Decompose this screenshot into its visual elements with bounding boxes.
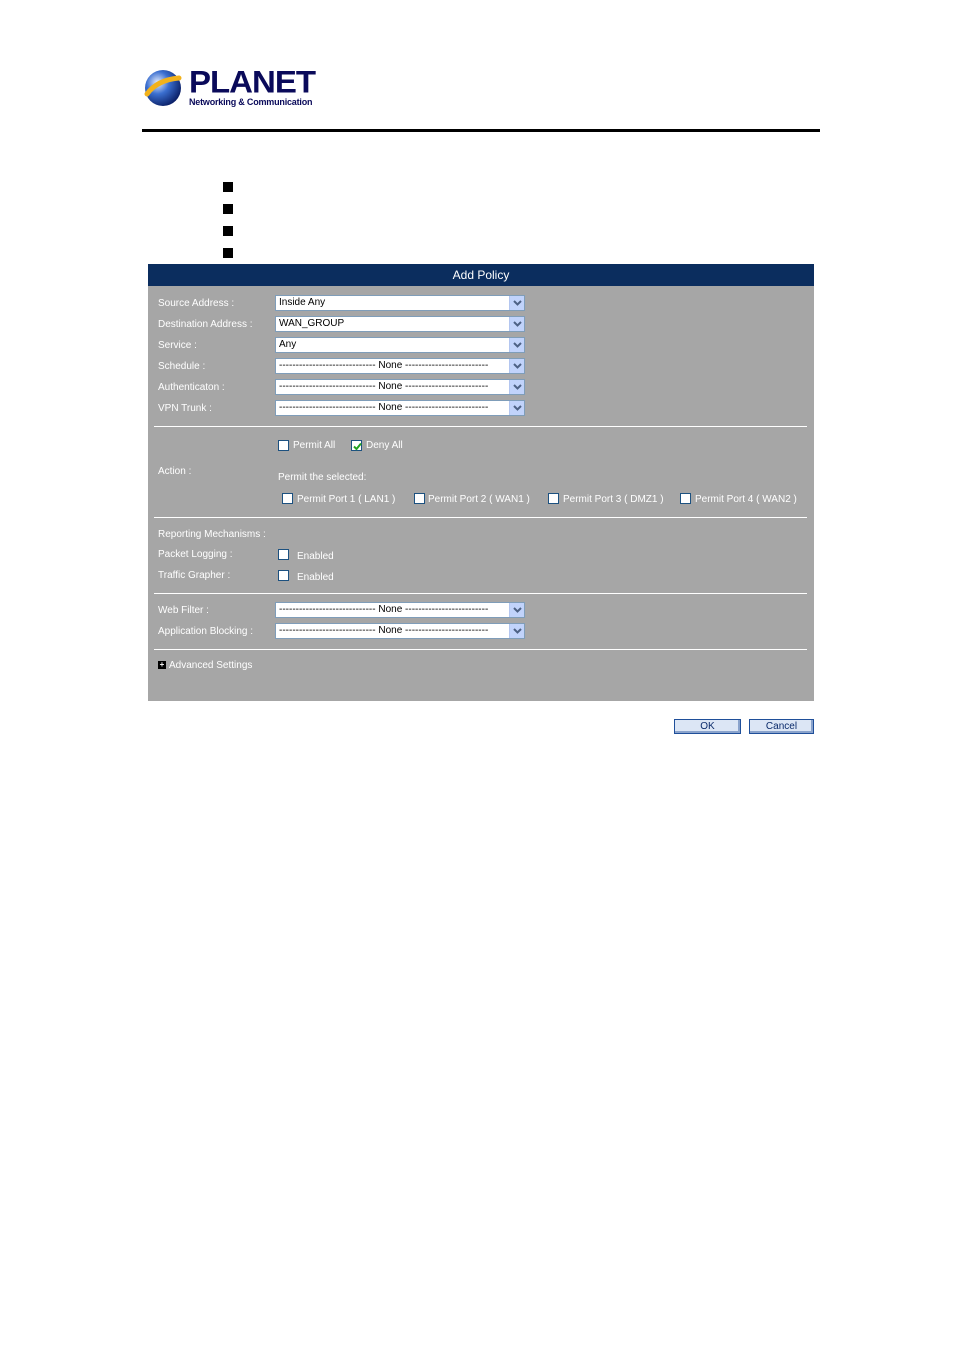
advanced-settings-link[interactable]: Advanced Settings (169, 660, 252, 671)
add-policy-panel: Add Policy Source Address : Inside Any D… (148, 264, 814, 701)
globe-logo-icon (144, 70, 182, 106)
chevron-down-icon[interactable] (509, 603, 524, 617)
service-value: Any (279, 339, 297, 350)
chevron-down-icon[interactable] (509, 296, 524, 310)
authentication-label: Authenticaton : (158, 382, 225, 393)
source-address-label: Source Address : (158, 298, 235, 309)
traffic-grapher-option: Enabled (297, 572, 334, 583)
schedule-label: Schedule : (158, 361, 206, 372)
application-blocking-value: ----------------------------- None -----… (279, 625, 489, 636)
permit-port-1-label: Permit Port 1 ( LAN1 ) (297, 494, 396, 505)
destination-address-select[interactable]: WAN_GROUP (275, 316, 525, 332)
reporting-heading: Reporting Mechanisms : (158, 529, 266, 540)
ok-button[interactable]: OK (674, 719, 741, 734)
web-filter-value: ----------------------------- None -----… (279, 604, 489, 615)
chevron-down-icon[interactable] (509, 338, 524, 352)
permit-port-2-label: Permit Port 2 ( WAN1 ) (428, 494, 530, 505)
brand-tagline: Networking & Communication (189, 97, 313, 107)
source-address-value: Inside Any (279, 297, 326, 308)
traffic-grapher-label: Traffic Grapher : (158, 570, 231, 581)
cancel-button[interactable]: Cancel (749, 719, 814, 734)
chevron-down-icon[interactable] (509, 380, 524, 394)
permit-port-4-label: Permit Port 4 ( WAN2 ) (695, 494, 797, 505)
packet-logging-checkbox[interactable] (278, 549, 289, 560)
divider (154, 426, 807, 427)
checkmark-icon (353, 442, 362, 451)
divider (154, 649, 807, 650)
packet-logging-option: Enabled (297, 551, 334, 562)
permit-port-3-label: Permit Port 3 ( DMZ1 ) (563, 494, 664, 505)
destination-address-label: Destination Address : (158, 319, 253, 330)
application-blocking-label: Application Blocking : (158, 626, 254, 637)
deny-all-label: Deny All (366, 440, 403, 451)
web-filter-select[interactable]: ----------------------------- None -----… (275, 602, 525, 618)
bullet-icon (223, 248, 233, 258)
packet-logging-label: Packet Logging : (158, 549, 233, 560)
divider (154, 593, 807, 594)
deny-all-checkbox[interactable] (351, 440, 362, 451)
vpn-trunk-value: ----------------------------- None -----… (279, 402, 489, 413)
vpn-trunk-select[interactable]: ----------------------------- None -----… (275, 400, 525, 416)
chevron-down-icon[interactable] (509, 401, 524, 415)
divider (154, 517, 807, 518)
planet-logo: PLANET Networking & Communication (143, 63, 316, 112)
permit-port-3-checkbox[interactable] (548, 493, 559, 504)
schedule-select[interactable]: ----------------------------- None -----… (275, 358, 525, 374)
service-label: Service : (158, 340, 197, 351)
destination-address-value: WAN_GROUP (279, 318, 345, 329)
source-address-select[interactable]: Inside Any (275, 295, 525, 311)
action-label: Action : (158, 466, 192, 477)
vpn-trunk-label: VPN Trunk : (158, 403, 212, 414)
chevron-down-icon[interactable] (509, 624, 524, 638)
permit-port-2-checkbox[interactable] (414, 493, 425, 504)
web-filter-label: Web Filter : (158, 605, 209, 616)
authentication-value: ----------------------------- None -----… (279, 381, 489, 392)
schedule-value: ----------------------------- None -----… (279, 360, 489, 371)
header-rule (142, 129, 820, 132)
authentication-select[interactable]: ----------------------------- None -----… (275, 379, 525, 395)
permit-all-checkbox[interactable] (278, 440, 289, 451)
bullet-icon (223, 226, 233, 236)
traffic-grapher-checkbox[interactable] (278, 570, 289, 581)
chevron-down-icon[interactable] (509, 359, 524, 373)
permit-port-1-checkbox[interactable] (282, 493, 293, 504)
expand-plus-icon[interactable]: + (158, 661, 166, 669)
bullet-icon (223, 204, 233, 214)
permit-selected-label: Permit the selected: (278, 472, 367, 483)
bullet-icon (223, 182, 233, 192)
brand-name: PLANET (189, 63, 316, 100)
permit-all-label: Permit All (293, 440, 336, 451)
chevron-down-icon[interactable] (509, 317, 524, 331)
panel-title: Add Policy (148, 264, 814, 286)
service-select[interactable]: Any (275, 337, 525, 353)
permit-port-4-checkbox[interactable] (680, 493, 691, 504)
application-blocking-select[interactable]: ----------------------------- None -----… (275, 623, 525, 639)
